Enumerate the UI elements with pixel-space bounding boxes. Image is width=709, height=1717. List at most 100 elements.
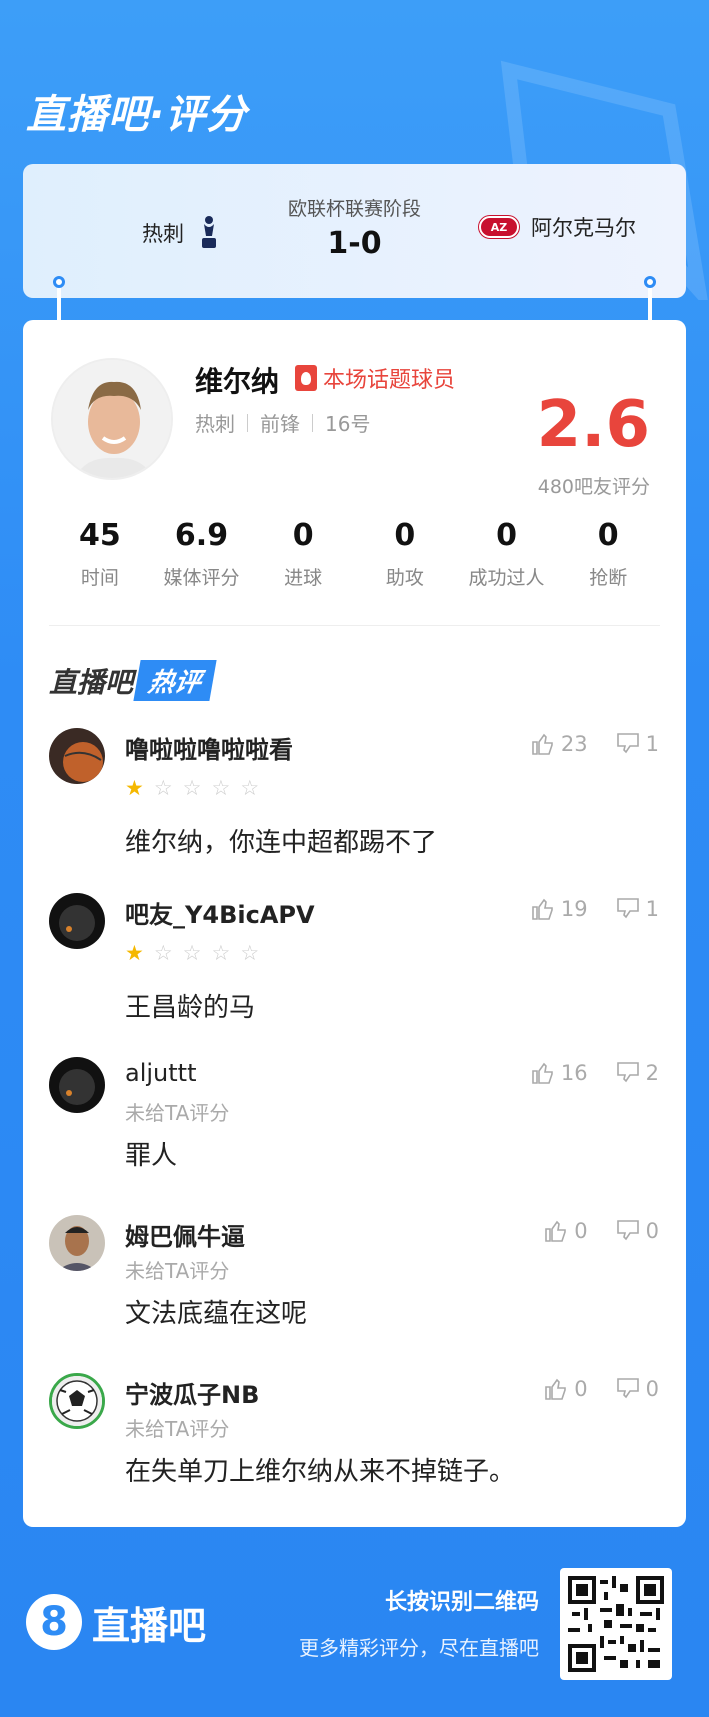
unrated-label: 未给TA评分 <box>125 1101 230 1125</box>
thumbs-up-icon <box>545 1220 567 1242</box>
dislike-count: 0 <box>645 1219 659 1243</box>
comment-actions: 16 2 <box>531 1061 659 1085</box>
dislike-button[interactable]: 1 <box>616 732 659 756</box>
commenter-avatar[interactable] <box>49 893 105 949</box>
thumbs-down-icon <box>616 1220 639 1241</box>
thumbs-up-icon <box>532 733 553 755</box>
like-count: 19 <box>560 897 588 921</box>
like-count: 23 <box>560 732 588 756</box>
star-empty-icon: ☆ <box>182 941 202 965</box>
comment-item: 吧友_Y4BicAPV 19 1 ★ ☆ ☆ ☆ ☆ 王昌龄的马 <box>49 893 659 1023</box>
qr-code[interactable] <box>560 1568 672 1680</box>
dislike-button[interactable]: 2 <box>616 1061 659 1085</box>
fan-rating: 2.6 <box>536 388 650 462</box>
stat-item: 0 进球 <box>252 518 354 590</box>
commenter-name[interactable]: aljuttt <box>125 1059 196 1087</box>
comment-actions: 23 1 <box>531 732 659 756</box>
like-button[interactable]: 0 <box>544 1219 588 1243</box>
stat-value: 0 <box>496 518 517 553</box>
footer-logo: 8 直播吧 <box>26 1594 206 1650</box>
star-empty-icon: ☆ <box>153 776 173 800</box>
stat-label: 进球 <box>284 567 323 589</box>
commenter-avatar[interactable] <box>49 1215 105 1271</box>
star-filled-icon: ★ <box>125 941 144 965</box>
like-count: 16 <box>560 1061 588 1085</box>
comment-text: 文法底蕴在这呢 <box>125 1299 308 1329</box>
comment-actions: 19 1 <box>531 897 659 921</box>
hot-player-label: 本场话题球员 <box>323 368 456 393</box>
app-title: 直播吧·评分 <box>26 92 248 138</box>
thumbs-up-icon <box>532 1062 553 1084</box>
comment-item: 宁波瓜子NB 0 0 未给TA评分 在失单刀上维尔纳从来不掉链子。 <box>49 1373 659 1493</box>
away-team-name: 阿尔克马尔 <box>531 216 636 240</box>
section-title-part2: 热评 <box>133 660 217 701</box>
player-position: 前锋 <box>260 412 300 436</box>
comment-item: 姆巴佩牛逼 0 0 未给TA评分 文法底蕴在这呢 <box>49 1215 659 1335</box>
stat-value: 0 <box>394 518 416 553</box>
dislike-button[interactable]: 0 <box>616 1377 659 1401</box>
commenter-avatar[interactable] <box>49 1373 105 1429</box>
thumbs-up-icon <box>545 1378 567 1400</box>
comment-text: 罪人 <box>125 1141 178 1171</box>
star-empty-icon: ☆ <box>211 776 231 800</box>
commenter-avatar[interactable] <box>49 1057 105 1113</box>
like-button[interactable]: 19 <box>531 897 588 921</box>
commenter-name[interactable]: 噜啦啦噜啦啦看 <box>125 730 293 765</box>
flame-icon <box>295 365 317 391</box>
hot-comments-title: 直播吧 热评 <box>49 660 217 701</box>
player-name: 维尔纳 <box>195 365 280 398</box>
star-empty-icon: ☆ <box>182 776 202 800</box>
comment-text: 在失单刀上维尔纳从来不掉链子。 <box>125 1457 516 1487</box>
star-rating: ★ ☆ ☆ ☆ ☆ <box>125 776 259 800</box>
player-rating-card: 维尔纳 本场话题球员 热刺 前锋 16号 2.6 480吧友评分 45 时间 6… <box>23 320 686 1527</box>
stat-item: 45 时间 <box>49 518 151 590</box>
unrated-label: 未给TA评分 <box>125 1417 230 1441</box>
stat-value: 45 <box>78 518 121 553</box>
match-card: 热刺 欧联杯联赛阶段 1-0 AZ 阿尔克马尔 <box>23 164 686 298</box>
brand-logo-icon: 8 <box>26 1594 82 1650</box>
commenter-name[interactable]: 姆巴佩牛逼 <box>125 1217 245 1252</box>
thumbs-up-icon <box>532 898 553 920</box>
stat-item: 0 助攻 <box>354 518 456 590</box>
dislike-button[interactable]: 1 <box>616 897 659 921</box>
player-meta: 热刺 前锋 16号 <box>195 408 370 437</box>
dislike-count: 2 <box>645 1061 659 1085</box>
comment-actions: 0 0 <box>544 1219 659 1243</box>
like-button[interactable]: 16 <box>531 1061 588 1085</box>
stat-value: 0 <box>292 518 314 553</box>
thumbs-down-icon <box>616 898 639 919</box>
like-button[interactable]: 23 <box>531 732 588 756</box>
unrated-label: 未给TA评分 <box>125 1259 230 1283</box>
stat-label: 媒体评分 <box>163 567 240 589</box>
comment-text: 维尔纳，你连中超都踢不了 <box>125 828 438 858</box>
player-team: 热刺 <box>195 412 235 436</box>
stat-label: 成功过人 <box>468 567 545 589</box>
star-empty-icon: ☆ <box>240 776 260 800</box>
comment-text: 王昌龄的马 <box>125 993 256 1023</box>
like-count: 0 <box>574 1219 588 1243</box>
commenter-avatar[interactable] <box>49 728 105 784</box>
comment-actions: 0 0 <box>544 1377 659 1401</box>
star-rating: ★ ☆ ☆ ☆ ☆ <box>125 941 259 965</box>
thumbs-down-icon <box>616 1378 639 1399</box>
away-team-logo-icon: AZ <box>479 216 519 238</box>
stat-label: 助攻 <box>385 567 424 589</box>
dislike-count: 1 <box>645 897 659 921</box>
dislike-button[interactable]: 0 <box>616 1219 659 1243</box>
like-count: 0 <box>574 1377 588 1401</box>
stat-item: 0 抢断 <box>557 518 659 590</box>
like-button[interactable]: 0 <box>544 1377 588 1401</box>
brand-name: 直播吧 <box>92 1603 207 1648</box>
commenter-name[interactable]: 宁波瓜子NB <box>125 1375 259 1410</box>
player-avatar <box>51 358 173 480</box>
player-number: 16号 <box>325 412 371 436</box>
dislike-count: 0 <box>645 1377 659 1401</box>
thumbs-down-icon <box>616 733 639 754</box>
section-title-part1: 直播吧 <box>49 665 134 699</box>
comment-item: aljuttt 16 2 未给TA评分 罪人 <box>49 1057 659 1177</box>
fan-rating-count: 480吧友评分 <box>537 476 650 498</box>
stat-value: 0 <box>597 518 619 553</box>
thumbs-down-icon <box>616 1062 639 1083</box>
qr-prompt: 长按识别二维码 <box>384 1590 539 1615</box>
commenter-name[interactable]: 吧友_Y4BicAPV <box>125 895 315 930</box>
